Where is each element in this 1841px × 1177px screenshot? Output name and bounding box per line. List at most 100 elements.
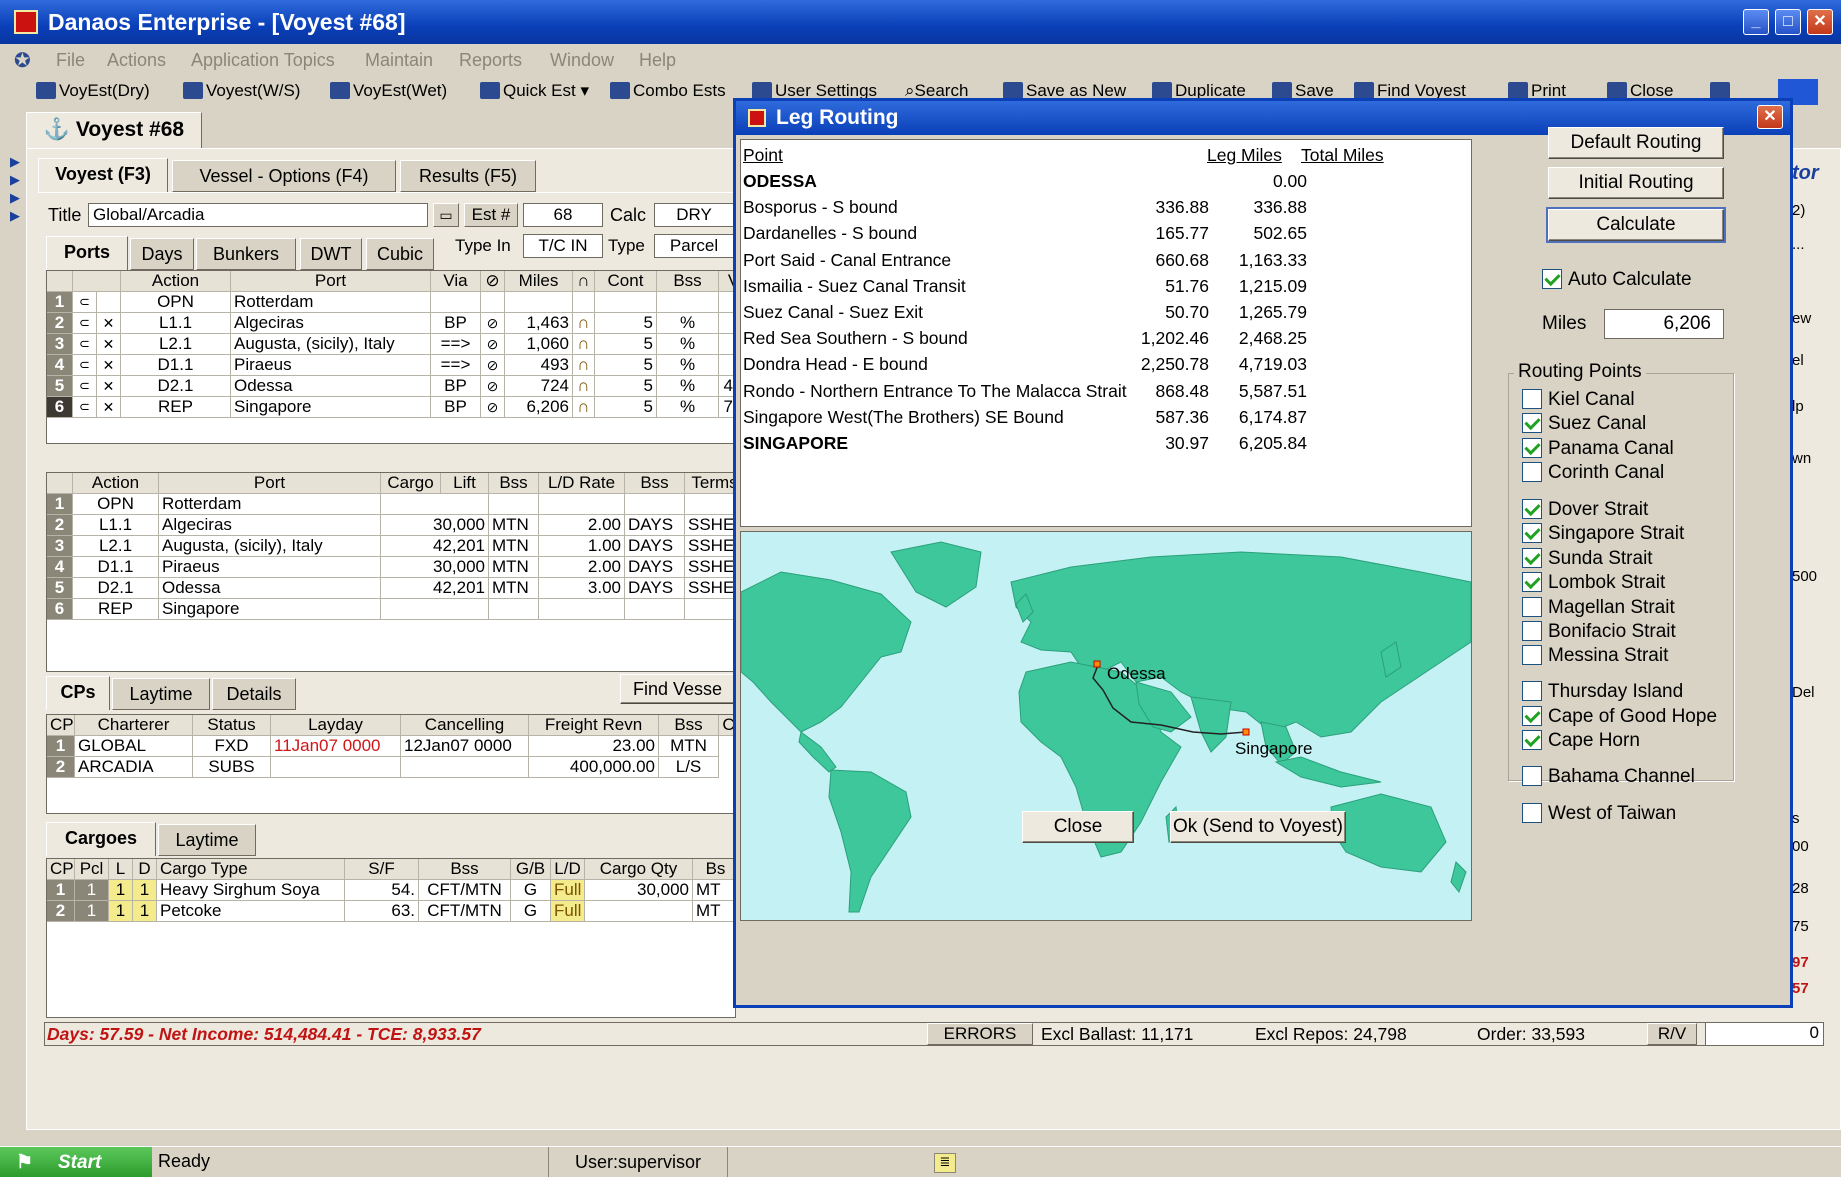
col-l[interactable]: L — [109, 859, 133, 880]
col-freight-revn[interactable]: Freight Revn — [529, 715, 659, 736]
routing-point-checkbox[interactable]: Cape Horn — [1522, 730, 1640, 752]
cont-cell[interactable]: 5 — [595, 376, 657, 397]
cargo-port-row[interactable]: 2L1.1Algeciras30,000MTN2.00DAYSSSHEX — [47, 515, 737, 536]
menu-help[interactable]: Help — [639, 50, 676, 71]
rv-button[interactable]: R/V — [1647, 1023, 1697, 1045]
delete-row-icon[interactable]: ✕ — [97, 334, 121, 355]
col-port[interactable]: Port — [159, 473, 381, 494]
leg-row[interactable]: SINGAPORE 30.97 6,205.84 — [741, 430, 1471, 456]
tab-details[interactable]: Details — [212, 678, 296, 710]
cargo-lift-cell[interactable]: 30,000 — [381, 557, 489, 578]
bss-cell[interactable]: L/S — [659, 757, 719, 778]
routing-point-checkbox[interactable]: Thursday Island — [1522, 681, 1683, 703]
col-action[interactable]: Action — [73, 473, 159, 494]
cont-cell[interactable]: 5 — [595, 334, 657, 355]
routing-point-checkbox[interactable]: Lombok Strait — [1522, 572, 1665, 594]
side-collapse-arrows[interactable]: ▶ ▶ ▶ ▶ — [0, 150, 22, 230]
pcl-cell[interactable]: 1 — [75, 880, 109, 901]
ld-rate-cell[interactable] — [539, 599, 625, 620]
leg-row[interactable]: ODESSA 0.00 — [741, 168, 1471, 194]
menu-maintain[interactable]: Maintain — [365, 50, 433, 71]
cargo-port-row[interactable]: 4D1.1Piraeus30,000MTN2.00DAYSSSHEX — [47, 557, 737, 578]
route-map[interactable]: Odessa Singapore — [740, 531, 1472, 921]
leg-row[interactable]: Suez Canal - Suez Exit 50.70 1,265.79 — [741, 299, 1471, 325]
col-via[interactable]: Via — [431, 271, 481, 292]
port-cell[interactable]: Odessa — [231, 376, 431, 397]
gb-cell[interactable]: G — [511, 901, 551, 922]
calculate-button[interactable]: Calculate — [1546, 207, 1726, 243]
tab-results[interactable]: Results (F5) — [400, 160, 536, 192]
terms-cell[interactable]: SSHEX — [685, 515, 737, 536]
initial-routing-button[interactable]: Initial Routing — [1548, 167, 1724, 199]
col-gb[interactable]: G/B — [511, 859, 551, 880]
delete-row-icon[interactable] — [97, 292, 121, 313]
leg-row[interactable]: Rondo - Northern Entrance To The Malacca… — [741, 378, 1471, 404]
cargo-lift-cell[interactable] — [381, 494, 489, 515]
lock-icon[interactable]: ∩ — [573, 397, 595, 418]
sf-cell[interactable]: 63. — [345, 901, 419, 922]
col-sf[interactable]: S/F — [345, 859, 419, 880]
terms-cell[interactable]: SSHEX — [685, 578, 737, 599]
miles-cell[interactable]: 6,206 — [505, 397, 573, 418]
miles-cell[interactable] — [505, 292, 573, 313]
discharge-cell[interactable]: 1 — [133, 901, 157, 922]
action-cell[interactable]: REP — [73, 599, 159, 620]
edit-row-icon[interactable]: ⊂ — [73, 334, 97, 355]
action-cell[interactable]: REP — [121, 397, 231, 418]
bss-cell[interactable]: % — [657, 376, 719, 397]
bss-cell[interactable]: % — [657, 397, 719, 418]
col-pcl[interactable]: Pcl — [75, 859, 109, 880]
window-titlebar[interactable]: Danaos Enterprise - [Voyest #68] _ □ ✕ — [0, 0, 1841, 44]
cargo-qty-cell[interactable] — [585, 901, 693, 922]
cont-cell[interactable]: 5 — [595, 355, 657, 376]
cargo-lift-cell[interactable] — [381, 599, 489, 620]
col-charterer[interactable]: Charterer — [75, 715, 193, 736]
ld-rate-cell[interactable]: 2.00 — [539, 515, 625, 536]
app-menu-icon[interactable]: ✪ — [14, 48, 31, 73]
ports-row[interactable]: 3 ⊂ ✕ L2.1 Augusta, (sicily), Italy ==> ⊘ 1,060… — [47, 334, 737, 355]
cargo-port-row[interactable]: 6 REP Singapore — [47, 599, 737, 620]
menu-window[interactable]: Window — [550, 50, 614, 71]
port-cell[interactable]: Piraeus — [231, 355, 431, 376]
terms-cell[interactable]: SSHEX — [685, 536, 737, 557]
cargo-row[interactable]: 1 1 1 1 Heavy Sirghum Soya 54. CFT/MTN G Full 30,… — [47, 880, 737, 901]
ld-rate-cell[interactable]: 3.00 — [539, 578, 625, 599]
routing-point-checkbox[interactable]: West of Taiwan — [1522, 803, 1676, 825]
routing-point-checkbox[interactable]: Magellan Strait — [1522, 597, 1675, 619]
menu-reports[interactable]: Reports — [459, 50, 522, 71]
pcl-cell[interactable]: 1 — [75, 901, 109, 922]
cargo-row[interactable]: 2 1 1 1 Petcoke 63. CFT/MTN G Full MT — [47, 901, 737, 922]
status-cell[interactable]: SUBS — [193, 757, 271, 778]
delete-row-icon[interactable]: ✕ — [97, 313, 121, 334]
est-number-field[interactable]: 68 — [523, 203, 603, 227]
via-cell[interactable]: BP — [431, 376, 481, 397]
cargo-type-cell[interactable]: Petcoke — [157, 901, 345, 922]
cancelling-cell[interactable] — [401, 757, 529, 778]
ports-row[interactable]: 2 ⊂ ✕ L1.1 Algeciras BP ⊘ 1,463 ∩ 5% — [47, 313, 737, 334]
port-cell[interactable]: Singapore — [159, 599, 381, 620]
bss-cell[interactable]: MTN — [659, 736, 719, 757]
tray-icon[interactable]: ≣ — [934, 1153, 956, 1173]
via-options-icon[interactable]: ⊘ — [481, 313, 505, 334]
routing-point-checkbox[interactable]: Corinth Canal — [1522, 462, 1664, 484]
edit-row-icon[interactable]: ⊂ — [73, 376, 97, 397]
lock-icon[interactable]: ∩ — [573, 355, 595, 376]
via-options-icon[interactable] — [481, 292, 505, 313]
via-cell[interactable]: ==> — [431, 334, 481, 355]
action-cell[interactable]: D1.1 — [73, 557, 159, 578]
bss2-cell[interactable] — [625, 599, 685, 620]
discharge-cell[interactable]: 1 — [133, 880, 157, 901]
voyest-wet-button[interactable]: VoyEst(Wet) — [330, 81, 447, 101]
port-cell[interactable]: Rotterdam — [231, 292, 431, 313]
ld-rate-cell[interactable]: 2.00 — [539, 557, 625, 578]
bss-cell[interactable]: MTN — [489, 536, 539, 557]
edit-row-icon[interactable]: ⊂ — [73, 355, 97, 376]
sf-cell[interactable]: 54. — [345, 880, 419, 901]
col-bss[interactable]: Bss — [659, 715, 719, 736]
status-cell[interactable]: FXD — [193, 736, 271, 757]
close-window-button[interactable]: ✕ — [1807, 9, 1833, 35]
port-cell[interactable]: Odessa — [159, 578, 381, 599]
charterer-cell[interactable]: GLOBAL — [75, 736, 193, 757]
miles-cell[interactable]: 493 — [505, 355, 573, 376]
cont-cell[interactable] — [595, 292, 657, 313]
